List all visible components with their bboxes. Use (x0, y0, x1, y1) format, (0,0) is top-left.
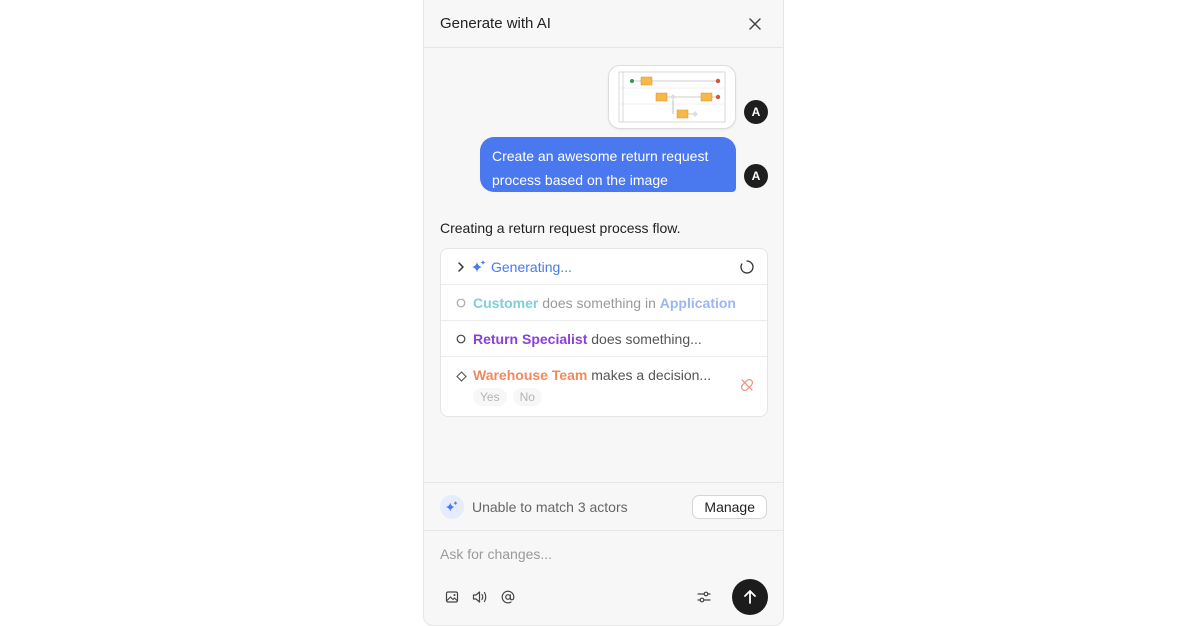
arrow-up-icon (744, 590, 756, 604)
at-sign-icon (501, 590, 515, 604)
step-row: Customer does something in Application (441, 285, 767, 321)
user-avatar: A (744, 164, 768, 188)
decision-step-row: Warehouse Team makes a decision... Yes N… (441, 357, 767, 416)
actor-name: Return Specialist (473, 330, 588, 347)
attach-image-button[interactable] (443, 588, 461, 606)
step-description: makes a decision... (587, 367, 712, 383)
actor-name: Customer (473, 294, 539, 311)
manage-button[interactable]: Manage (692, 494, 767, 519)
voice-button[interactable] (471, 588, 489, 606)
branch-no: No (512, 388, 542, 406)
attached-image-thumbnail[interactable] (608, 65, 736, 129)
step-text: Customer does something in Application (473, 295, 736, 311)
panel-title: Generate with AI (440, 15, 551, 32)
user-message-bubble: Create an awesome return request process… (480, 137, 736, 192)
step-description: does something in (538, 294, 660, 311)
decision-diamond-icon (455, 370, 467, 382)
generation-steps-card: Generating... Customer does something in… (440, 248, 768, 417)
loading-spinner-icon (740, 260, 754, 274)
unlinked-actor-icon[interactable] (739, 377, 755, 393)
step-text: Warehouse Team makes a decision... (473, 367, 711, 383)
actor-name: Warehouse Team (473, 367, 588, 383)
close-button[interactable] (743, 12, 767, 36)
send-button[interactable] (732, 579, 768, 615)
branch-yes: Yes (473, 388, 507, 406)
ask-for-changes-input[interactable] (440, 546, 760, 562)
user-avatar: A (744, 100, 768, 124)
attachment-row (608, 65, 736, 129)
sparkle-icon (440, 494, 464, 519)
step-text: Return Specialist does something... (473, 331, 702, 347)
sparkle-icon (471, 259, 487, 275)
panel-header: Generate with AI (424, 0, 783, 48)
image-icon (445, 591, 459, 603)
ai-panel: Generate with AI A Create an awesome ret… (423, 0, 784, 626)
system-name: Application (659, 294, 736, 311)
settings-button[interactable] (695, 588, 713, 606)
assistant-status-message: Creating a return request process flow. (440, 220, 681, 236)
step-description: does something... (587, 330, 702, 347)
generating-label: Generating... (491, 258, 572, 275)
sliders-icon (697, 591, 711, 603)
process-diagram-image (618, 71, 726, 123)
close-icon (749, 17, 761, 30)
actor-match-message: Unable to match 3 actors (472, 498, 628, 515)
generating-row[interactable]: Generating... (441, 249, 767, 285)
decision-branches: Yes No (473, 388, 542, 406)
actor-match-bar: Unable to match 3 actors Manage (424, 482, 783, 531)
chevron-right-icon[interactable] (455, 261, 467, 273)
step-row: Return Specialist does something... (441, 321, 767, 357)
task-circle-icon (455, 297, 467, 309)
speaker-icon (472, 591, 487, 603)
mention-button[interactable] (499, 588, 517, 606)
task-circle-icon (455, 333, 467, 345)
